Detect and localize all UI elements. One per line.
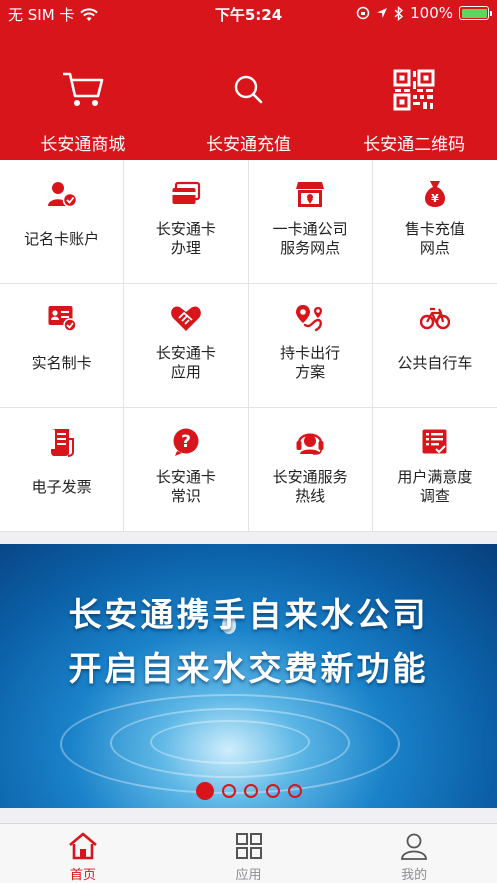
carousel-dot[interactable] xyxy=(196,782,214,800)
water-ripple xyxy=(60,694,400,794)
tab-label: 应用 xyxy=(235,868,262,883)
grid-label: 电子发票 xyxy=(31,478,92,496)
grid-item-travel-plan[interactable]: 持卡出行 方案 xyxy=(248,284,373,408)
tab-label: 首页 xyxy=(69,868,96,883)
handshake-icon xyxy=(170,302,202,334)
battery-icon xyxy=(459,6,492,20)
grid-label: 售卡充值 网点 xyxy=(404,220,465,257)
profile-icon xyxy=(399,832,429,860)
grid-label: 实名制卡 xyxy=(31,354,92,372)
route-icon xyxy=(294,302,326,334)
carousel-dot[interactable] xyxy=(266,784,280,798)
grid-item-card-application[interactable]: 长安通卡 应用 xyxy=(124,284,249,408)
carousel-dot[interactable] xyxy=(222,784,236,798)
carousel-dot[interactable] xyxy=(244,784,258,798)
qr-code-button[interactable]: 长安通二维码 xyxy=(331,60,497,160)
grid-label: 用户满意度 调查 xyxy=(397,468,473,505)
money-bag-icon: ¥ xyxy=(419,178,451,210)
top-actions: 长安通商城 长安通充值 长安通二维码 xyxy=(0,60,497,160)
cart-icon xyxy=(59,66,107,114)
banner-subheadline: 开启自来水交费新功能 xyxy=(68,649,429,688)
grid-label: 记名卡账户 xyxy=(24,230,100,248)
grid-item-real-name-card[interactable]: 实名制卡 xyxy=(0,284,125,408)
grid-item-e-invoice[interactable]: 电子发票 xyxy=(0,408,125,532)
svg-text:?: ? xyxy=(181,432,191,452)
question-icon: ? xyxy=(170,426,202,458)
grid-label: 长安通卡 办理 xyxy=(155,220,216,257)
grid-item-service-outlets[interactable]: 一卡通公司 服务网点 xyxy=(248,160,373,284)
grid-item-registered-account[interactable]: 记名卡账户 xyxy=(0,160,125,284)
grid-item-service-hotline[interactable]: 长安通服务 热线 xyxy=(248,408,373,532)
grid-item-card-apply[interactable]: 长安通卡 办理 xyxy=(124,160,249,284)
tab-label: 我的 xyxy=(401,868,428,883)
survey-icon xyxy=(419,426,451,458)
grid-item-public-bicycle[interactable]: 公共自行车 xyxy=(372,284,497,408)
grid-label: 持卡出行 方案 xyxy=(280,344,341,381)
location-icon xyxy=(377,8,388,18)
bicycle-icon xyxy=(419,302,451,334)
grid-label: 长安通服务 热线 xyxy=(272,468,348,505)
qr-code-label: 长安通二维码 xyxy=(363,135,466,155)
battery-percent: 100% xyxy=(410,4,453,22)
id-card-icon xyxy=(46,302,78,334)
service-store-icon xyxy=(294,178,326,210)
apps-icon xyxy=(234,832,264,860)
tab-bar: 首页 应用 我的 xyxy=(0,823,497,883)
status-bar: 无 SIM 卡 下午5:24 100% xyxy=(0,0,497,26)
banner-headline: 长安通携手自来水公司 xyxy=(68,595,429,634)
home-icon xyxy=(68,832,98,860)
grid-label: 长安通卡 常识 xyxy=(155,468,216,505)
card-apply-icon xyxy=(170,178,202,210)
grid-item-sales-recharge-outlets[interactable]: ¥ 售卡充值 网点 xyxy=(372,160,497,284)
grid-label: 长安通卡 应用 xyxy=(155,344,216,381)
grid-label: 一卡通公司 服务网点 xyxy=(272,220,348,257)
carousel-dots xyxy=(196,782,302,800)
promo-banner[interactable]: 长安通携手自来水公司 开启自来水交费新功能 xyxy=(0,544,497,808)
headset-icon xyxy=(294,426,326,458)
tab-profile[interactable]: 我的 xyxy=(331,824,497,883)
tab-apps[interactable]: 应用 xyxy=(166,824,332,883)
header: 无 SIM 卡 下午5:24 100% 长安通商城 长安通充值 长安通二维码 xyxy=(0,0,497,160)
grid-item-card-knowledge[interactable]: ? 长安通卡 常识 xyxy=(124,408,249,532)
mall-label: 长安通商城 xyxy=(40,135,126,155)
svg-text:¥: ¥ xyxy=(431,192,439,205)
rotation-lock-icon xyxy=(356,6,370,20)
recharge-button[interactable]: 长安通充值 xyxy=(166,60,332,160)
grid-label: 公共自行车 xyxy=(397,354,473,372)
tab-home[interactable]: 首页 xyxy=(0,824,166,883)
invoice-icon xyxy=(46,426,78,458)
qr-code-icon xyxy=(390,66,438,114)
search-icon xyxy=(225,66,273,114)
bluetooth-icon xyxy=(394,5,404,21)
grid-item-satisfaction-survey[interactable]: 用户满意度 调查 xyxy=(372,408,497,532)
account-card-icon xyxy=(46,178,78,210)
carousel-dot[interactable] xyxy=(288,784,302,798)
mall-button[interactable]: 长安通商城 xyxy=(0,60,166,160)
function-grid: 记名卡账户 长安通卡 办理 一卡通公司 服务网点 ¥ 售卡充值 网点 实名制卡 … xyxy=(0,160,497,532)
recharge-label: 长安通充值 xyxy=(206,135,291,155)
